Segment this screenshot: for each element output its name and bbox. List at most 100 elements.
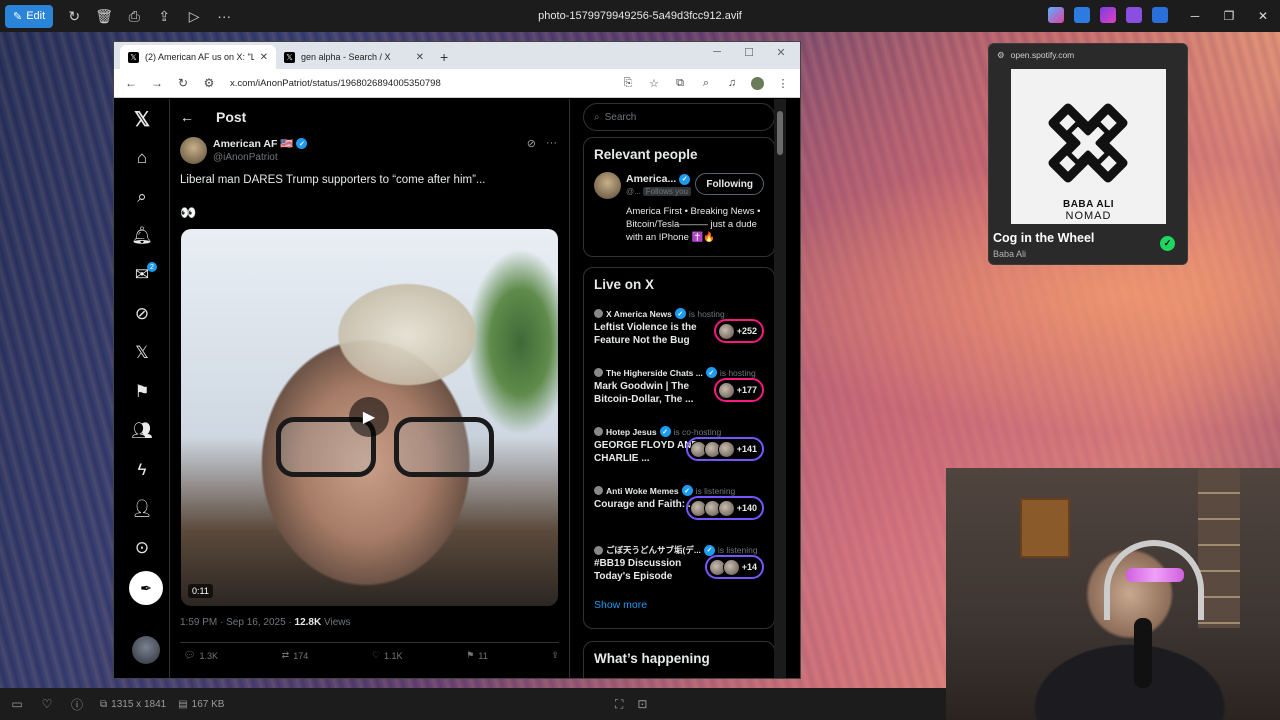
close-icon[interactable]: ✕ [766,46,796,59]
card-title: What’s happening [594,651,710,666]
repost-icon: ⇄ [281,650,290,660]
extensions-icon[interactable]: ⧉ [669,77,691,90]
author-avatar[interactable] [180,137,207,164]
verified-badge-icon: ✓ [296,138,308,149]
bookmark-star-icon[interactable]: ☆ [643,77,665,90]
edit-button[interactable]: ✎ Edit [5,4,54,28]
person-name[interactable]: America... ✓ [626,173,691,185]
verified-orgs-icon[interactable]: ϟ [128,456,156,484]
reply-button[interactable]: 💬︎ 1.3K [184,650,218,661]
listener-avatar [722,558,740,576]
bookmarks-icon[interactable]: ⚑ [128,378,156,406]
file-info-icon[interactable]: ⓘ [62,696,92,713]
minimize-icon[interactable]: ─ [1178,0,1212,32]
onedrive-icon[interactable] [1152,7,1168,23]
site-settings-icon[interactable]: ⚙ [997,50,1005,61]
x-premium-icon[interactable]: 𝕏 [128,339,156,367]
page-scrollbar[interactable] [774,99,786,678]
track-title[interactable]: Cog in the Wheel [993,231,1094,245]
url-field[interactable]: x.com/iAnonPatriot/status/19680268940053… [224,78,613,89]
author-handle[interactable]: @iAnonPatriot [213,152,307,163]
sidebar-search-icon[interactable]: ⌕ [695,77,717,90]
fit-screen-icon[interactable]: ⛶ [615,697,623,712]
live-space-item[interactable]: X America News ✓ is hosting Leftist Violenc… [584,304,774,363]
x-logo-icon: 𝕏 [128,51,139,63]
microphone [1134,618,1152,688]
explore-search-icon[interactable]: ⌕ [128,183,156,211]
reload-icon[interactable]: ↻ [172,76,194,90]
show-more-link[interactable]: Show more [584,599,774,621]
search-icon: ⌕ [594,111,600,123]
repost-button[interactable]: ⇄ 174 [282,650,309,661]
space-listeners-badge[interactable]: +14 [704,555,764,579]
feather-icon: ✒ [140,579,152,596]
track-artist[interactable]: Baba Ali [993,249,1026,259]
site-info-icon[interactable]: ⚙ [198,76,220,90]
maximize-icon[interactable]: ❐ [1212,0,1246,32]
following-button[interactable]: Following [695,173,764,195]
minimize-icon[interactable]: ─ [702,46,732,59]
tab-close-icon[interactable]: ✕ [416,52,424,63]
x-logo-icon[interactable]: 𝕏 [128,105,156,133]
more-icon[interactable]: ⊙ [128,534,156,562]
tab-close-icon[interactable]: ✕ [260,52,268,63]
new-tab-icon[interactable]: + [432,49,456,69]
video-player[interactable]: ▶ 0:11 [181,229,558,606]
install-app-icon[interactable]: ⎘ [617,77,639,90]
print-icon[interactable]: ⎙ [119,0,149,32]
notifications-icon[interactable]: 🔔︎ [128,222,156,250]
edit-icon: ✎ [13,10,23,23]
space-listeners-badge[interactable]: +177 [713,378,764,402]
live-space-item[interactable]: Anti Woke Memes ✓ is listening Courage and … [584,481,774,540]
tab-search[interactable]: 𝕏 gen alpha - Search / X ✕ [276,45,432,69]
space-listeners-badge[interactable]: +141 [685,437,764,461]
post-more-icon[interactable]: ··· [546,137,557,150]
like-button[interactable]: ♡ 1.1K [372,650,403,661]
right-sidebar: ⌕ Search Relevant people America... ✓ @...… [570,99,786,678]
bookmark-button[interactable]: ⚑ 11 [466,650,487,661]
favorite-icon[interactable]: ♡ [32,697,62,711]
space-listeners-badge[interactable]: +252 [713,319,764,343]
forward-icon[interactable]: → [146,76,168,90]
clipchamp-icon[interactable] [1100,7,1116,23]
back-icon[interactable]: ← [120,76,142,90]
author-name-row[interactable]: American AF 🇺🇸 ✓ [213,137,308,150]
rotate-icon[interactable]: ↻ [59,0,89,32]
profile-avatar[interactable] [751,76,764,90]
search-input[interactable]: ⌕ Search [583,103,775,131]
saved-check-icon[interactable]: ✓ [1160,236,1175,251]
live-space-item[interactable]: Hotep Jesus ✓ is co-hosting GEORGE FLOYD AN… [584,422,774,481]
live-space-item[interactable]: ごぼ天うどんサブ垢(デ... ✓ is listening #BB19 Discuss… [584,540,774,599]
copilot-icon[interactable] [1048,7,1064,23]
slideshow-icon[interactable]: ▷ [179,0,209,32]
compose-post-button[interactable]: ✒ [129,571,163,605]
filmstrip-icon[interactable]: ▭ [2,697,32,711]
actual-size-icon[interactable]: ⊡ [637,697,647,712]
communities-icon[interactable]: 👥︎ [128,417,156,445]
designer-icon[interactable] [1074,7,1090,23]
page-title: Post [216,109,247,125]
media-controls-icon[interactable]: ♫ [721,77,743,89]
space-listeners-badge[interactable]: +140 [685,496,764,520]
album-art[interactable]: BABA ALI NOMAD [1011,69,1166,224]
more-icon[interactable]: ··· [209,0,239,32]
close-icon[interactable]: ✕ [1246,0,1280,32]
maximize-icon[interactable]: ☐ [734,46,764,59]
live-space-item[interactable]: The Higherside Chats ... ✓ is hosting Mark … [584,363,774,422]
grok-icon[interactable]: ⊘ [128,300,156,328]
share-icon[interactable]: ⇪ [149,0,179,32]
share-button[interactable]: ⇪ [551,650,559,661]
messages-icon[interactable]: ✉ 2 [128,261,157,289]
scrollbar-thumb[interactable] [777,111,783,155]
tab-post[interactable]: 𝕏 (2) American AF us on X: "Liberal ✕ [120,45,276,69]
delete-icon[interactable]: 🗑 [89,0,119,32]
home-icon[interactable]: ⌂ [128,144,156,172]
account-avatar[interactable] [132,636,160,664]
grok-explain-icon[interactable]: ⊘ [527,137,536,150]
menu-icon[interactable]: ⋮ [772,77,794,90]
video-editor-icon[interactable] [1126,7,1142,23]
play-icon[interactable]: ▶ [349,397,389,437]
back-arrow-icon[interactable]: ← [180,109,194,125]
profile-icon[interactable]: 👤︎ [128,495,156,523]
person-avatar[interactable] [594,172,621,199]
